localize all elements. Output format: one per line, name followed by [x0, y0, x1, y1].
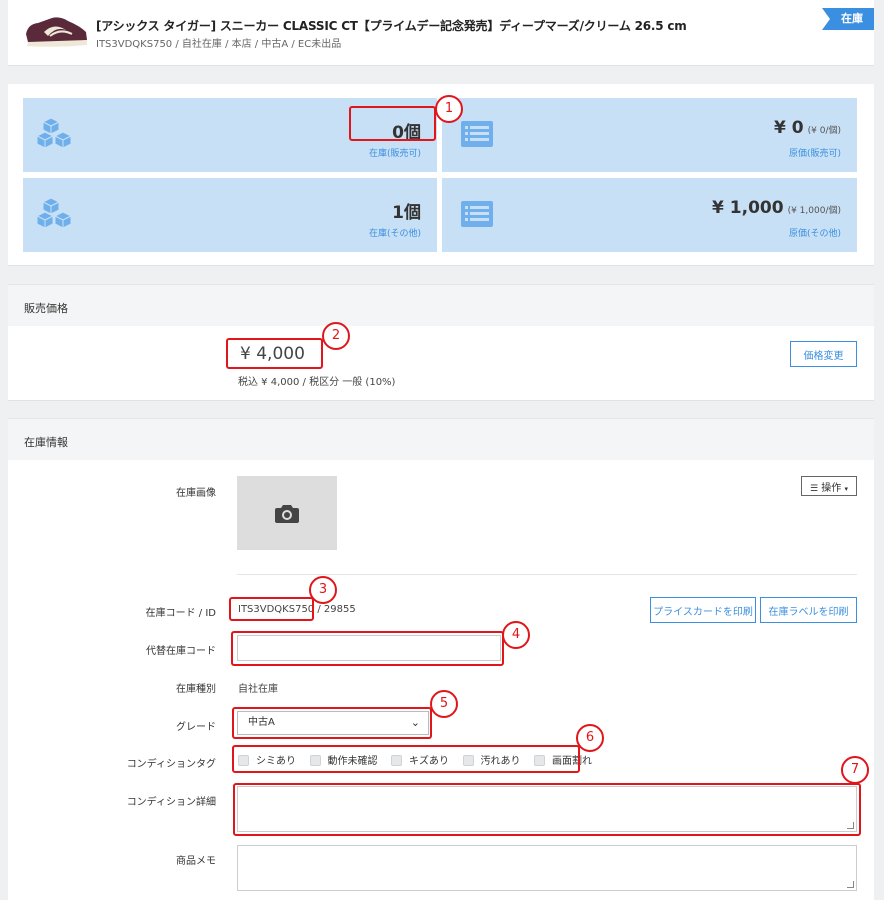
annotation-highlight-6	[232, 745, 580, 773]
annotation-highlight-3	[229, 597, 314, 621]
annotation-marker-1: 1	[435, 95, 463, 123]
cost-sellable-label[interactable]: 原価(販売可)	[789, 146, 841, 159]
change-price-button[interactable]: 価格変更	[790, 341, 857, 367]
annotation-marker-3: 3	[309, 576, 337, 604]
stock-info-heading: 在庫情報	[24, 436, 68, 449]
cubes-icon	[37, 117, 73, 149]
annotation-highlight-2	[226, 338, 323, 369]
alt-code-label: 代替在庫コード	[146, 646, 216, 657]
condition-tag-label: コンディションタグ	[126, 759, 216, 770]
stock-image-label: 在庫画像	[176, 488, 216, 499]
camera-icon	[275, 505, 299, 523]
resize-handle-icon[interactable]	[847, 881, 854, 888]
divider	[237, 574, 857, 575]
list-icon: ☰	[810, 483, 819, 494]
sale-price-panel: ¥ 4,000 税込 ¥ 4,000 / 税区分 一般 (10%) 価格変更	[8, 326, 874, 401]
sale-price-detail: 税込 ¥ 4,000 / 税区分 一般 (10%)	[238, 377, 396, 388]
cost-other-label[interactable]: 原価(その他)	[789, 226, 841, 239]
tile-stock-other[interactable]: 1個 在庫(その他)	[23, 178, 437, 252]
annotation-marker-5: 5	[430, 690, 458, 718]
cost-sellable-value: ¥ 0 (¥ 0/個)	[774, 118, 841, 138]
grade-label: グレード	[176, 722, 216, 733]
annotation-highlight-5	[232, 707, 432, 739]
annotation-marker-2: 2	[322, 322, 350, 350]
cost-other-value: ¥ 1,000 (¥ 1,000/個)	[712, 198, 841, 218]
annotation-marker-4: 4	[502, 621, 530, 649]
product-memo-label: 商品メモ	[176, 856, 216, 867]
product-subtitle: ITS3VDQKS750 / 自社在庫 / 本店 / 中古A / EC未出品	[96, 39, 342, 50]
operations-dropdown-button[interactable]: ☰ 操作 ▾	[801, 476, 857, 496]
annotation-highlight-4	[231, 631, 504, 666]
stock-other-label[interactable]: 在庫(その他)	[369, 226, 421, 239]
stock-type-label: 在庫種別	[176, 684, 216, 695]
stock-image-placeholder[interactable]	[237, 476, 337, 550]
status-badge: 在庫	[822, 8, 874, 30]
product-thumbnail	[26, 17, 87, 47]
stock-type-value: 自社在庫	[238, 684, 278, 695]
list-icon	[461, 201, 493, 227]
annotation-highlight-7	[233, 783, 861, 836]
sale-price-header: 販売価格	[8, 284, 874, 326]
annotation-marker-7: 7	[841, 756, 869, 784]
print-stock-label-button[interactable]: 在庫ラベルを印刷	[760, 597, 857, 623]
condition-detail-label: コンディション詳細	[126, 797, 216, 808]
product-memo-textarea[interactable]	[237, 845, 857, 891]
stock-other-value: 1個	[392, 203, 421, 223]
product-title: [アシックス タイガー] スニーカー CLASSIC CT【プライムデー記念発売…	[96, 19, 687, 33]
stock-id: / 29855	[314, 604, 356, 615]
sale-price-heading: 販売価格	[24, 302, 68, 315]
operations-label: 操作	[821, 482, 842, 494]
product-header: [アシックス タイガー] スニーカー CLASSIC CT【プライムデー記念発売…	[8, 0, 874, 66]
annotation-marker-6: 6	[576, 724, 604, 752]
caret-down-icon: ▾	[844, 484, 848, 493]
annotation-highlight-1	[349, 106, 436, 141]
stock-info-header: 在庫情報	[8, 418, 874, 460]
cubes-icon	[37, 197, 73, 229]
list-icon	[461, 121, 493, 147]
tile-cost-other[interactable]: ¥ 1,000 (¥ 1,000/個) 原価(その他)	[442, 178, 857, 252]
stock-code-label: 在庫コード / ID	[145, 608, 216, 619]
tile-cost-sellable[interactable]: ¥ 0 (¥ 0/個) 原価(販売可)	[442, 98, 857, 172]
stock-sellable-label[interactable]: 在庫(販売可)	[369, 146, 421, 159]
print-price-card-button[interactable]: プライスカードを印刷	[650, 597, 756, 623]
